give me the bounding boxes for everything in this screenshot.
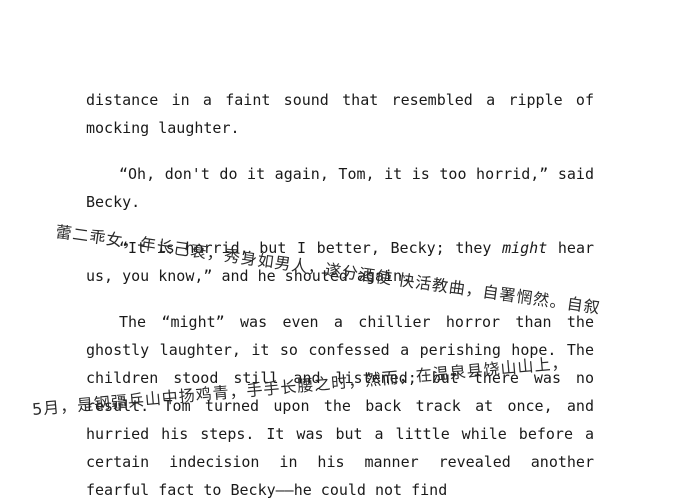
paragraph-1-text: distance in a faint sound that resembled… <box>86 91 594 137</box>
document-page: distance in a faint sound that resembled… <box>0 0 680 499</box>
paragraph-2: “Oh, don't do it again, Tom, it is too h… <box>86 160 594 216</box>
paragraph-1: distance in a faint sound that resembled… <box>86 86 594 142</box>
paragraph-2-text: “Oh, don't do it again, Tom, it is too h… <box>86 165 594 211</box>
emphasis-might: might <box>502 239 548 257</box>
